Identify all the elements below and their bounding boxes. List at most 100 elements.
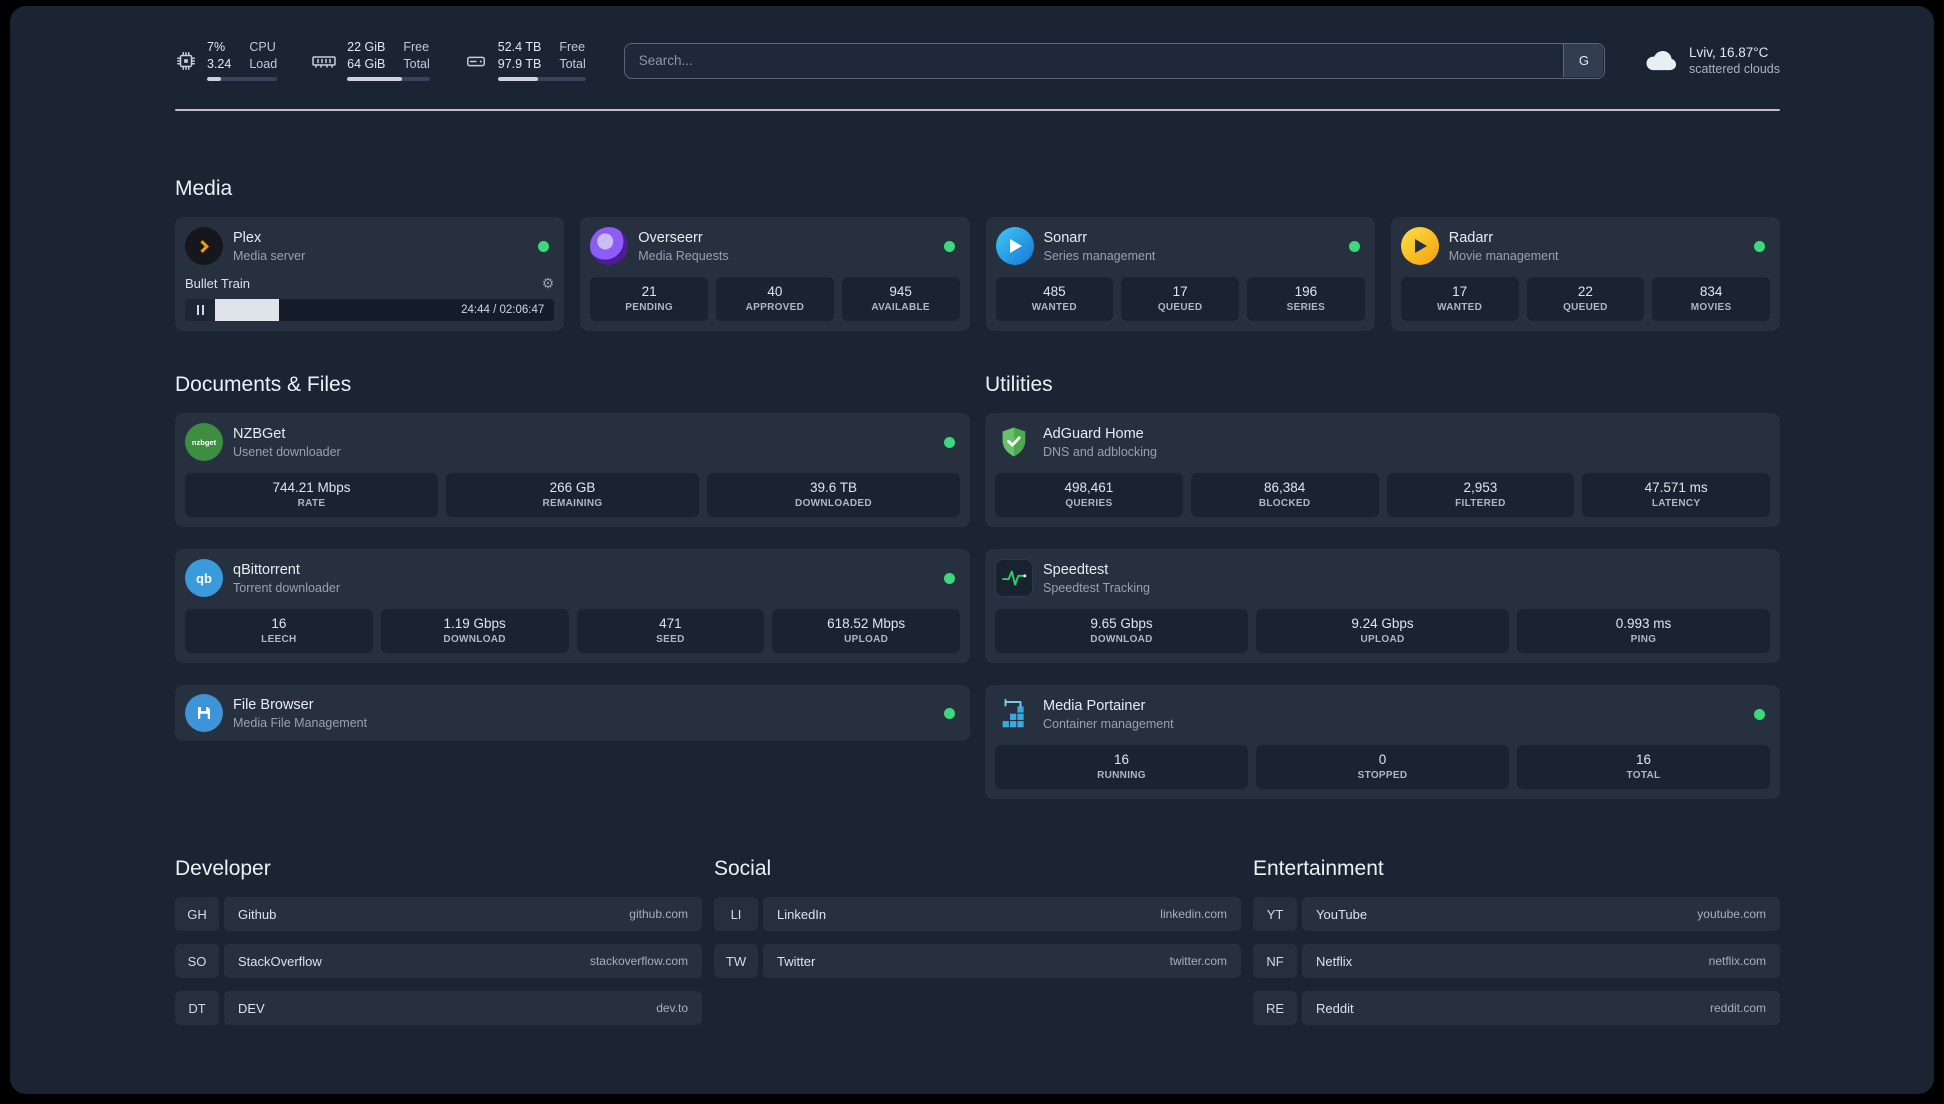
stat-label: DOWNLOAD: [443, 634, 506, 646]
bookmark-linkedin[interactable]: LI LinkedIn linkedin.com: [714, 897, 1241, 932]
stat-box: 498,461 QUERIES: [995, 473, 1183, 518]
service-description: Series management: [1043, 248, 1156, 263]
top-bar: 7% CPU 3.24 Load 22 GiB Free 64 GiB Tota…: [175, 40, 1780, 82]
service-name: Media Portainer: [1043, 697, 1146, 714]
service-card-portainer[interactable]: Media Portainer Container management 16 …: [985, 685, 1780, 800]
disk-meter: [497, 77, 586, 82]
nzbget-icon: nzbget: [185, 423, 223, 462]
bookmark-url: linkedin.com: [1160, 907, 1227, 922]
service-card-plex[interactable]: Plex Media server Bullet Train ⚙ 24:44 /…: [175, 217, 565, 332]
bookmark-twitter[interactable]: TW Twitter twitter.com: [714, 944, 1241, 979]
resource-widgets: 7% CPU 3.24 Load 22 GiB Free 64 GiB Tota…: [175, 40, 586, 82]
bookmark-youtube[interactable]: YT YouTube youtube.com: [1253, 897, 1780, 932]
stat-value: 618.52 Mbps: [827, 616, 906, 632]
status-dot: [944, 707, 955, 719]
bookmark-github[interactable]: GH Github github.com: [175, 897, 702, 932]
stat-label: UPLOAD: [1360, 634, 1405, 646]
disk-free-value: 52.4 TB: [497, 40, 542, 54]
service-name: Sonarr: [1043, 229, 1088, 246]
stat-box: 9.24 Gbps UPLOAD: [1256, 609, 1509, 654]
bookmark-reddit[interactable]: RE Reddit reddit.com: [1253, 991, 1780, 1026]
bookmark-netflix[interactable]: NF Netflix netflix.com: [1253, 944, 1780, 979]
bookmark-name: Github: [238, 906, 277, 922]
stat-value: 40: [767, 284, 783, 300]
cpu-usage-label: CPU: [249, 40, 276, 54]
cpu-usage-value: 7%: [207, 40, 226, 54]
service-card-nzbget[interactable]: nzbget NZBGet Usenet downloader 744.21 M…: [175, 413, 970, 528]
service-card-overseerr[interactable]: Overseerr Media Requests 21 PENDING 40 A…: [580, 217, 970, 332]
stat-label: QUEUED: [1157, 302, 1203, 314]
service-card-sonarr[interactable]: Sonarr Series management 485 WANTED 17 Q…: [985, 217, 1375, 332]
disk-free-label: Free: [559, 40, 586, 54]
stat-label: QUERIES: [1065, 498, 1113, 510]
bookmark-url: stackoverflow.com: [589, 954, 688, 969]
stat-label: PING: [1630, 634, 1657, 646]
section-title-utilities: Utilities: [985, 373, 1053, 397]
stat-box: 21 PENDING: [590, 277, 708, 322]
stat-value: 744.21 Mbps: [272, 480, 351, 496]
stat-value: 2,953: [1463, 480, 1498, 496]
search-provider-button[interactable]: G: [1563, 44, 1604, 78]
service-description: Usenet downloader: [233, 444, 341, 459]
status-dot: [1754, 240, 1765, 252]
stat-box: 196 SERIES: [1247, 277, 1365, 322]
cpu-meter: [207, 77, 278, 82]
bookmark-name: StackOverflow: [238, 953, 322, 969]
stat-box: 834 MOVIES: [1652, 277, 1770, 322]
stat-label: BLOCKED: [1258, 498, 1311, 510]
dashboard: 7% CPU 3.24 Load 22 GiB Free 64 GiB Tota…: [10, 6, 1934, 1094]
service-card-radarr[interactable]: Radarr Movie management 17 WANTED 22 QUE…: [1390, 217, 1780, 332]
bookmark-abbr: YT: [1253, 897, 1297, 932]
search-bar: G: [623, 42, 1605, 79]
bookmark-name: YouTube: [1316, 906, 1368, 922]
bookmark-abbr: NF: [1253, 944, 1297, 979]
cpu-icon: [175, 50, 197, 72]
service-description: Media Requests: [638, 248, 729, 263]
pause-button[interactable]: [185, 299, 215, 322]
memory-free-value: 22 GiB: [347, 40, 386, 54]
service-card-filebrowser[interactable]: File Browser Media File Management: [175, 685, 970, 742]
sonarr-icon: [995, 227, 1034, 266]
bookmark-url: twitter.com: [1169, 954, 1227, 969]
stat-value: 471: [659, 616, 682, 632]
stat-box: 744.21 Mbps RATE: [185, 473, 438, 518]
memory-free-label: Free: [403, 40, 430, 54]
stat-value: 16: [1635, 752, 1652, 768]
stat-box: 86,384 BLOCKED: [1190, 473, 1379, 518]
service-card-adguard[interactable]: AdGuard Home DNS and adblocking 498,461 …: [985, 413, 1780, 528]
memory-total-label: Total: [403, 56, 430, 71]
stat-value: 16: [1113, 752, 1130, 768]
service-description: Media File Management: [233, 715, 368, 730]
service-card-speedtest[interactable]: Speedtest Speedtest Tracking 9.65 Gbps D…: [985, 549, 1780, 664]
search-input[interactable]: [623, 42, 1605, 79]
status-dot: [538, 240, 550, 252]
stat-box: 40 APPROVED: [716, 277, 834, 322]
service-name: Overseerr: [638, 229, 703, 246]
stat-box: 22 QUEUED: [1526, 277, 1645, 322]
stat-label: PENDING: [625, 302, 673, 314]
bookmark-stackoverflow[interactable]: SO StackOverflow stackoverflow.com: [175, 944, 702, 979]
section-title-entertainment: Entertainment: [1253, 857, 1384, 881]
plex-player: 24:44 / 02:06:47: [185, 299, 555, 322]
bookmark-name: Reddit: [1316, 1000, 1354, 1016]
stat-value: 1.19 Gbps: [443, 616, 506, 632]
stat-label: DOWNLOAD: [1090, 634, 1153, 646]
status-dot: [944, 572, 955, 584]
stat-box: 16 RUNNING: [995, 745, 1248, 790]
service-name: Speedtest: [1043, 561, 1109, 578]
stat-label: SEED: [656, 634, 685, 646]
stat-label: UPLOAD: [844, 634, 889, 646]
stat-box: 16 LEECH: [185, 609, 373, 654]
service-name: AdGuard Home: [1043, 425, 1144, 442]
section-utilities: Utilities AdGuard Home DNS and adblockin…: [985, 373, 1780, 800]
stat-value: 498,461: [1064, 480, 1114, 496]
stat-label: SERIES: [1286, 302, 1326, 314]
bookmark-dev[interactable]: DT DEV dev.to: [175, 991, 702, 1026]
settings-icon[interactable]: ⚙: [542, 275, 555, 292]
stat-value: 196: [1294, 284, 1318, 300]
service-description: Torrent downloader: [233, 580, 341, 595]
bookmark-url: reddit.com: [1709, 1001, 1766, 1016]
stat-label: STOPPED: [1357, 770, 1408, 782]
section-media: Media Plex Media server Bullet Train ⚙ 2…: [175, 177, 1780, 332]
service-card-qbittorrent[interactable]: qb qBittorrent Torrent downloader 16 LEE…: [175, 549, 970, 664]
